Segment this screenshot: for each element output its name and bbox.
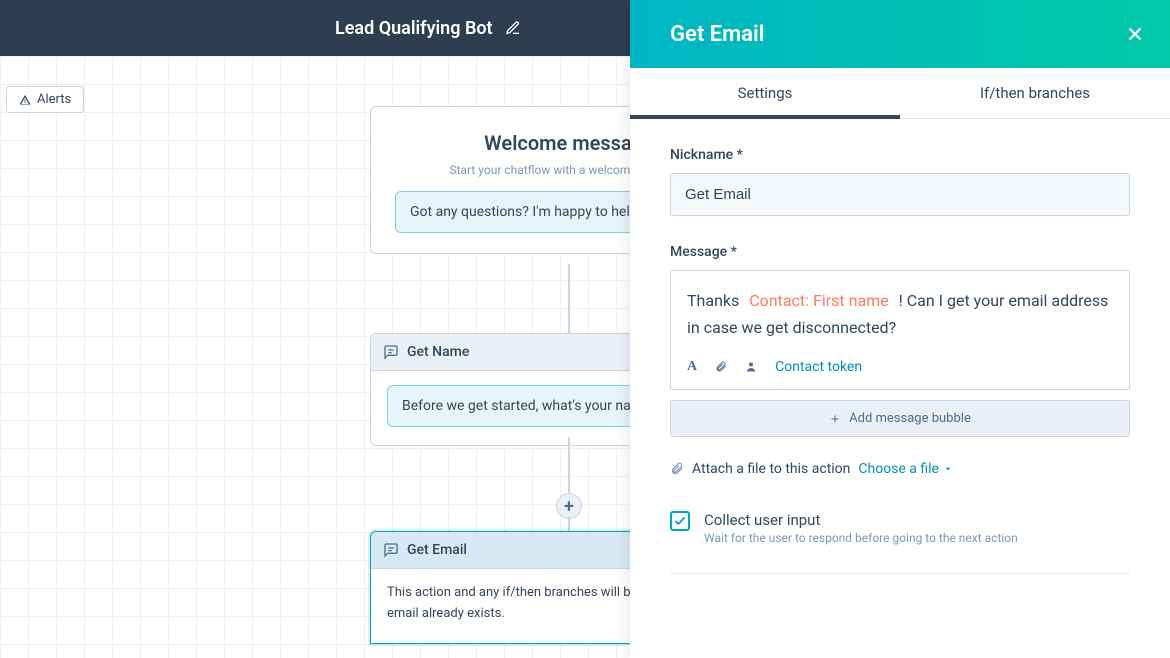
chat-icon [383, 542, 399, 558]
collect-input-checkbox[interactable] [670, 511, 690, 531]
drawer-body: Nickname * Message * Thanks Contact: Fir… [630, 119, 1170, 574]
drawer-header: Get Email [630, 0, 1170, 68]
edit-title-icon[interactable] [505, 20, 521, 36]
message-content[interactable]: Thanks Contact: First name ! Can I get y… [671, 271, 1129, 349]
message-pre: Thanks [687, 291, 739, 310]
collect-input-row: Collect user input Wait for the user to … [670, 511, 1130, 574]
text-format-icon[interactable]: A [687, 359, 697, 375]
page-title: Lead Qualifying Bot [335, 18, 493, 39]
drawer-tabs: Settings If/then branches [630, 68, 1170, 119]
collect-subtitle: Wait for the user to respond before goin… [704, 531, 1018, 545]
message-toolbar: A Contact token [671, 349, 1129, 389]
collect-title: Collect user input [704, 511, 1018, 529]
action-drawer: Get Email Settings If/then branches Nick… [630, 0, 1170, 658]
nickname-input[interactable] [670, 173, 1130, 216]
attachment-icon[interactable] [715, 360, 727, 374]
attach-file-row: Attach a file to this action Choose a fi… [670, 461, 1130, 477]
contact-token-link[interactable]: Contact token [775, 359, 862, 375]
getemail-title: Get Email [407, 542, 467, 558]
add-bubble-label: Add message bubble [849, 411, 971, 426]
message-label: Message * [670, 244, 1130, 260]
close-icon[interactable] [1124, 23, 1146, 45]
tab-branches[interactable]: If/then branches [900, 68, 1170, 118]
connector-line [568, 437, 570, 493]
connector-line [568, 264, 570, 333]
choose-file-link[interactable]: Choose a file [858, 461, 953, 477]
tab-settings[interactable]: Settings [630, 68, 900, 118]
chat-icon [383, 344, 399, 360]
message-editor[interactable]: Thanks Contact: First name ! Can I get y… [670, 270, 1130, 390]
alerts-button[interactable]: Alerts [6, 86, 84, 113]
caret-down-icon [943, 464, 953, 474]
person-icon[interactable] [745, 360, 757, 374]
alerts-label: Alerts [37, 92, 71, 107]
drawer-title: Get Email [670, 22, 764, 47]
add-message-bubble-button[interactable]: Add message bubble [670, 400, 1130, 437]
getname-title: Get Name [407, 344, 469, 360]
attach-label: Attach a file to this action [692, 461, 850, 477]
message-token[interactable]: Contact: First name [743, 291, 894, 310]
paperclip-icon [670, 462, 684, 476]
connector-line [568, 517, 570, 531]
nickname-label: Nickname * [670, 147, 1130, 163]
add-action-button[interactable]: + [556, 493, 582, 519]
